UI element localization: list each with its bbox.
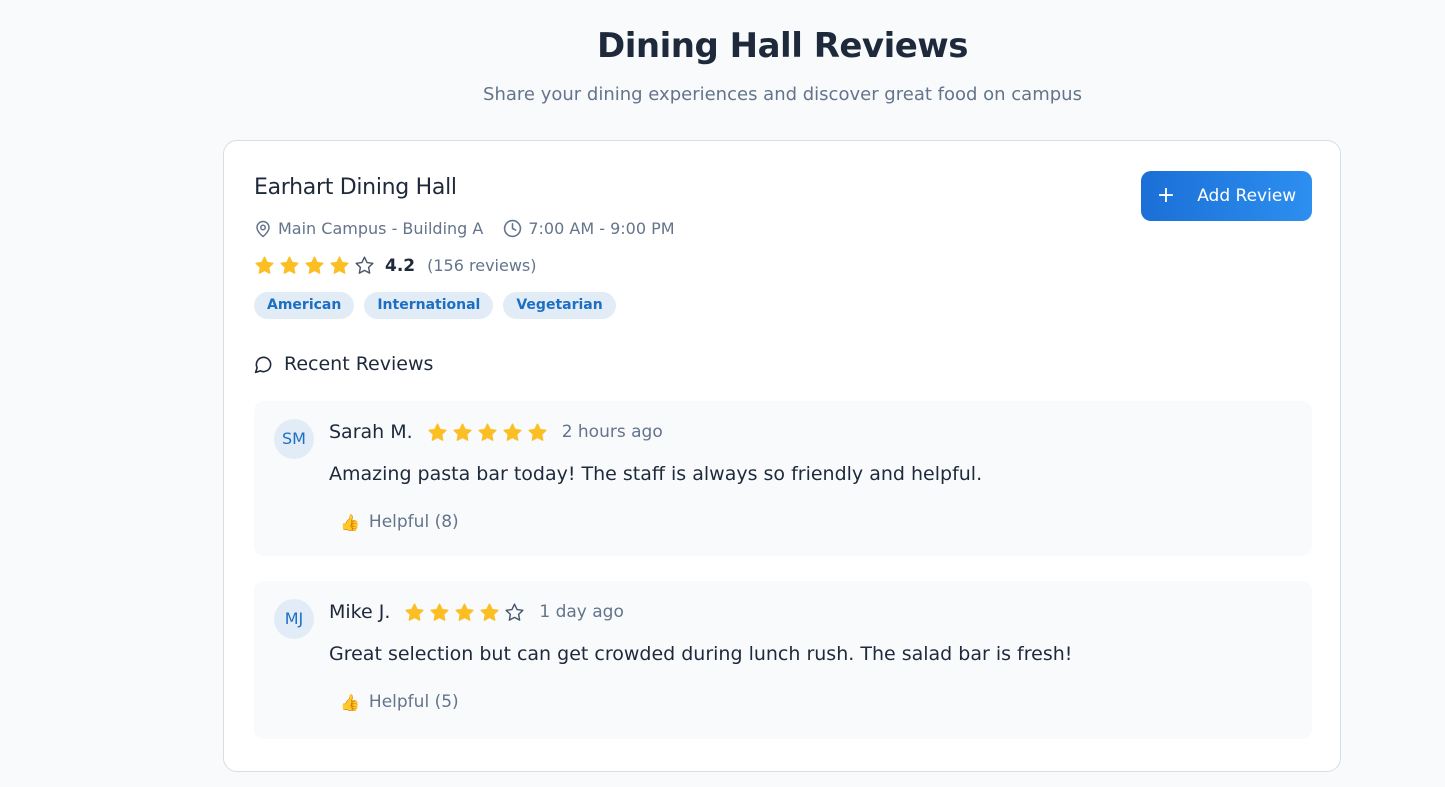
hall-rating: 4.2 (156 reviews)	[254, 255, 536, 276]
helpful-label: Helpful (5)	[368, 692, 459, 712]
reviewer-name: Mike J.	[329, 601, 391, 623]
review-item: MJ Mike J. 1 day ago Great selection but…	[254, 581, 1312, 739]
star-filled-icon	[254, 255, 275, 276]
dining-hall-card: Earhart Dining Hall Main Campus - Buildi…	[223, 140, 1341, 772]
review-stars	[427, 422, 552, 443]
avatar: MJ	[274, 599, 314, 639]
hall-rating-stars	[254, 255, 379, 276]
star-filled-icon	[479, 602, 500, 623]
star-filled-icon	[527, 422, 548, 443]
star-filled-icon	[477, 422, 498, 443]
star-filled-icon	[404, 602, 425, 623]
clock-icon	[504, 219, 522, 238]
hall-location: Main Campus - Building A	[254, 219, 483, 238]
plus-icon: +	[1156, 183, 1176, 208]
star-empty-icon	[504, 602, 525, 623]
star-filled-icon	[454, 602, 475, 623]
review-time: 1 day ago	[539, 602, 624, 622]
review-stars	[404, 602, 529, 623]
review-item: SM Sarah M. 2 hours ago Amazing pasta ba…	[254, 401, 1312, 556]
map-pin-icon	[256, 220, 270, 237]
reviewer-name: Sarah M.	[329, 421, 413, 443]
tag-vegetarian: Vegetarian	[503, 292, 616, 319]
tag-american: American	[254, 292, 355, 319]
star-filled-icon	[329, 255, 350, 276]
star-filled-icon	[502, 422, 523, 443]
thumbs-up-icon: 👍	[340, 692, 360, 712]
review-count: (156 reviews)	[427, 256, 537, 275]
recent-reviews-label: Recent Reviews	[284, 353, 434, 375]
hall-location-text: Main Campus - Building A	[278, 219, 484, 238]
review-header: Sarah M. 2 hours ago	[329, 421, 663, 443]
hall-hours-text: 7:00 AM - 9:00 PM	[528, 219, 675, 238]
recent-reviews-heading: Recent Reviews	[254, 353, 433, 375]
rating-value: 4.2	[385, 255, 416, 276]
hall-name: Earhart Dining Hall	[254, 175, 457, 200]
star-filled-icon	[279, 255, 300, 276]
tag-international: International	[364, 292, 494, 319]
add-review-label: Add Review	[1197, 186, 1297, 206]
page-title: Dining Hall Reviews	[597, 26, 968, 66]
chat-bubble-icon	[254, 356, 272, 373]
page-subtitle: Share your dining experiences and discov…	[483, 84, 1082, 105]
star-filled-icon	[429, 602, 450, 623]
review-text: Amazing pasta bar today! The staff is al…	[329, 463, 983, 485]
cuisine-tags: American International Vegetarian	[254, 292, 626, 319]
add-review-button[interactable]: + Add Review	[1141, 171, 1312, 221]
review-text: Great selection but can get crowded duri…	[329, 643, 1073, 665]
helpful-button[interactable]: 👍 Helpful (8)	[334, 507, 465, 537]
star-filled-icon	[304, 255, 325, 276]
helpful-label: Helpful (8)	[368, 512, 459, 532]
review-header: Mike J. 1 day ago	[329, 601, 624, 623]
review-time: 2 hours ago	[561, 422, 663, 442]
thumbs-up-icon: 👍	[340, 512, 360, 532]
helpful-button[interactable]: 👍 Helpful (5)	[334, 687, 465, 717]
star-filled-icon	[452, 422, 473, 443]
star-filled-icon	[427, 422, 448, 443]
hall-meta: Main Campus - Building A 7:00 AM - 9:00 …	[254, 219, 675, 238]
avatar: SM	[274, 419, 314, 459]
hall-hours: 7:00 AM - 9:00 PM	[503, 219, 675, 238]
star-empty-icon	[354, 255, 375, 276]
